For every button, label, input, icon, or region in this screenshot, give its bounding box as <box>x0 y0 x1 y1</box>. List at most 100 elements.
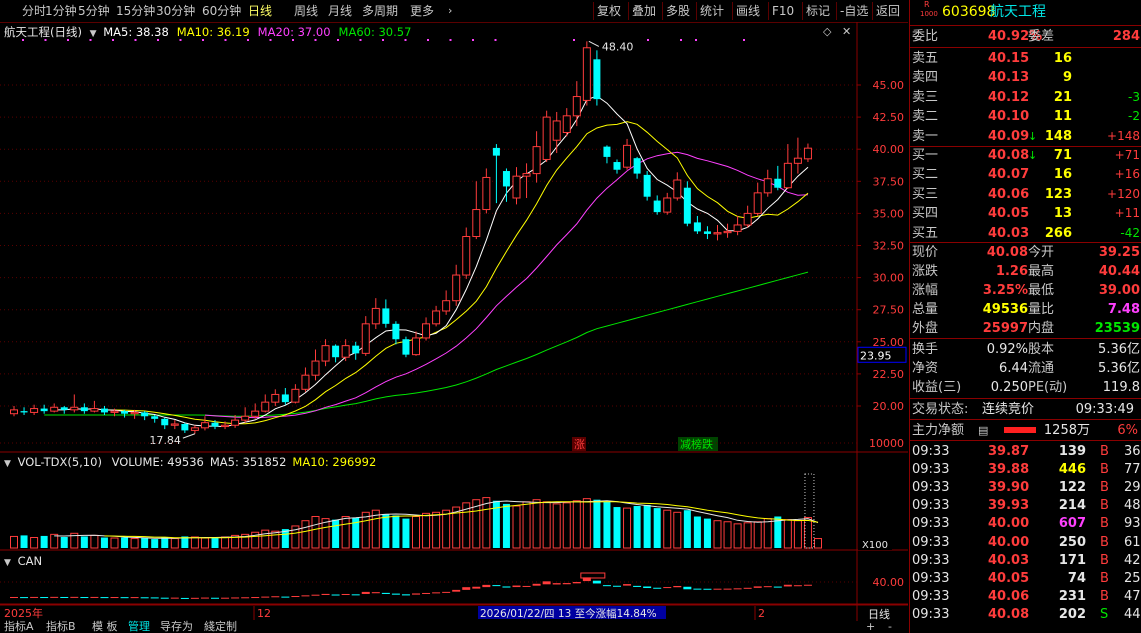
ma-legend: MA5: 38.38 MA10: 36.19 MA20: 37.00 MA60: 30… <box>103 25 419 39</box>
candle-body <box>653 200 661 213</box>
trade-time: 09:33:49 <box>1075 402 1134 417</box>
candle-body <box>332 345 340 358</box>
chevron-right-icon[interactable]: › <box>448 3 452 19</box>
volume-bar <box>130 538 139 549</box>
period-tab-3[interactable]: 15分钟 <box>116 3 155 19</box>
order-row[interactable]: 卖二 40.10 11 -2 <box>910 107 1141 126</box>
kline-chart-svg[interactable]: 45.00 42.50 40.00 37.50 35.00 32.50 30.00 27.50… <box>0 22 908 621</box>
can-bar <box>502 586 511 588</box>
order-label: 卖五 <box>912 51 939 66</box>
list-icon[interactable]: ▤ <box>978 421 988 440</box>
order-row[interactable]: 卖三 40.12 21 -3 <box>910 88 1141 107</box>
candle-body <box>753 192 762 214</box>
vol-title: VOL-TDX(5,10) <box>17 455 102 469</box>
chevron-down-icon[interactable]: ▼ <box>90 29 97 39</box>
period-tab-9[interactable]: 多周期 <box>362 3 398 19</box>
order-row[interactable]: 买二 40.07 16 +16 <box>910 165 1141 184</box>
can-bar <box>522 585 531 587</box>
can-bar <box>281 596 290 598</box>
volume-bar <box>190 536 199 549</box>
order-row[interactable]: 卖一 40.09 ↓ 148 +148 <box>910 127 1141 146</box>
order-volume: 16 <box>1053 51 1072 66</box>
vol-unit: X100 <box>862 540 888 551</box>
can-bar <box>291 596 300 598</box>
order-label: 买二 <box>912 167 939 183</box>
can-bar <box>512 585 521 588</box>
candle-body <box>783 162 792 189</box>
order-row[interactable]: 买三 40.06 123 +120 <box>910 185 1141 204</box>
order-price: 40.06 <box>988 186 1030 202</box>
tick-price: 39.87 <box>988 444 1030 459</box>
volume-bar <box>562 502 571 549</box>
chevron-down-icon[interactable]: ▼ <box>4 558 11 568</box>
close-icon[interactable]: ✕ <box>842 25 851 38</box>
order-row[interactable]: 买五 40.03 266 -42 <box>910 224 1141 243</box>
toolbar-button-8[interactable]: 返回 <box>876 3 900 19</box>
period-tab-0[interactable]: 分时 <box>22 3 46 19</box>
order-price: 40.10 <box>988 109 1030 125</box>
bottom-tab-5[interactable]: 綫定制 <box>204 621 237 633</box>
bottom-tab-1[interactable]: 指标B <box>46 621 76 633</box>
zoom-out-button[interactable]: - <box>888 621 892 633</box>
period-tab-2[interactable]: 5分钟 <box>78 3 110 19</box>
order-row[interactable]: 卖四 40.13 9 <box>910 68 1141 87</box>
toolbar-button-6[interactable]: 标记 <box>806 3 830 19</box>
order-row[interactable]: 卖五 40.15 16 <box>910 49 1141 68</box>
stats-label: 外盘 <box>912 321 939 336</box>
stats-label: 净资 <box>912 361 939 376</box>
order-row[interactable]: 买一 40.08 ↓ 71 +71 <box>910 146 1141 165</box>
ma-legend-item: MA5: 38.38 <box>103 25 169 39</box>
toolbar-button-2[interactable]: 多股 <box>666 3 690 19</box>
tick-row: 09:33 40.08 202 S 44 <box>910 605 1141 623</box>
toolbar-button-1[interactable]: 叠加 <box>632 3 656 19</box>
can-bar <box>602 585 611 587</box>
period-tab-7[interactable]: 周线 <box>294 3 318 19</box>
candle-body <box>412 337 420 356</box>
period-tab-10[interactable]: 更多 <box>410 3 434 19</box>
main-net-row[interactable]: 主力净额 ▤ 1258万 6% <box>910 421 1141 440</box>
can-bar <box>472 586 481 589</box>
candle-body <box>301 374 310 390</box>
stock-name[interactable]: 航天工程 <box>990 3 1046 22</box>
zoom-in-button[interactable]: + <box>866 621 875 633</box>
stock-code[interactable]: 603698 <box>942 3 995 22</box>
arrow-down-icon: ↓ <box>1028 129 1038 143</box>
period-tab-4[interactable]: 30分钟 <box>156 3 195 19</box>
vol-chart-header: ▼ VOL-TDX(5,10) VOLUME: 49536 MA5: 351852… <box>4 455 376 469</box>
volume-bar <box>814 538 822 549</box>
toolbar-button-7[interactable]: -自选 <box>840 3 868 19</box>
diamond-icon[interactable]: ◇ <box>823 25 831 38</box>
tick-volume: 214 <box>1058 498 1086 514</box>
stats-row: 涨跌 1.26 最高 40.44 <box>910 262 1141 281</box>
toolbar-button-5[interactable]: F10 <box>772 3 794 19</box>
tick-side: B <box>1100 462 1109 478</box>
candle-body <box>110 410 119 413</box>
stats-label: 涨跌 <box>912 264 939 279</box>
candle-body <box>40 408 48 412</box>
can-bar <box>301 595 310 597</box>
toolbar-button-3[interactable]: 统计 <box>700 3 724 19</box>
order-volume: 21 <box>1053 89 1072 105</box>
divider <box>910 398 1141 399</box>
period-tab-5[interactable]: 60分钟 <box>202 3 241 19</box>
can-bar <box>432 592 441 594</box>
period-tab-1[interactable]: 1分钟 <box>45 3 77 19</box>
volume-bar <box>593 499 601 548</box>
toolbar-button-0[interactable]: 复权 <box>597 3 621 19</box>
order-change: -42 <box>1120 225 1140 240</box>
chevron-down-icon[interactable]: ▼ <box>4 459 11 469</box>
candle-body <box>231 419 240 426</box>
arrow-down-icon: ↓ <box>1028 149 1038 162</box>
bottom-tab-2[interactable]: 模 板 <box>92 621 118 633</box>
period-tab-8[interactable]: 月线 <box>328 3 352 19</box>
chart-area[interactable]: 45.00 42.50 40.00 37.50 35.00 32.50 30.00 27.50… <box>0 22 908 627</box>
period-tab-6[interactable]: 日线 <box>248 3 272 19</box>
bottom-tab-4[interactable]: 导存为 <box>160 621 193 633</box>
toolbar-button-4[interactable]: 画线 <box>736 3 760 19</box>
bottom-tab-3[interactable]: 管理 <box>128 621 150 633</box>
volume-bar <box>80 536 88 548</box>
order-row[interactable]: 买四 40.05 13 +11 <box>910 204 1141 223</box>
bottom-tab-0[interactable]: 指标A <box>4 621 34 633</box>
candle-body <box>603 146 611 157</box>
volume-bar <box>170 538 179 549</box>
